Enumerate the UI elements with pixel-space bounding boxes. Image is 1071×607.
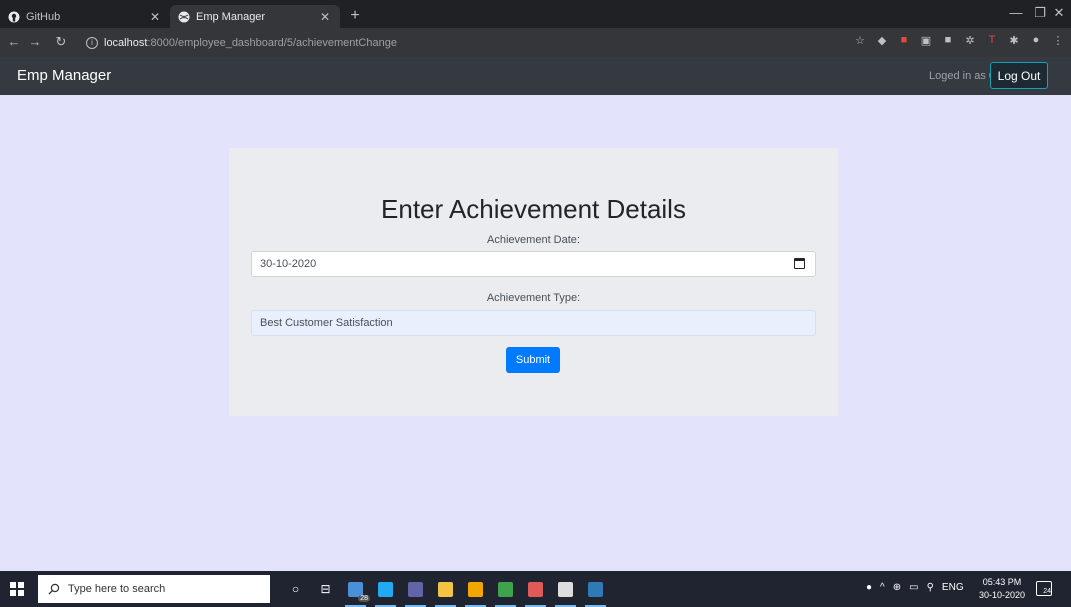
achievement-type-input[interactable]: Best Customer Satisfaction [251, 310, 816, 336]
vscode-icon[interactable] [373, 576, 398, 607]
file-explorer-icon[interactable] [433, 576, 458, 607]
search-icon [48, 583, 60, 595]
tab-github[interactable]: GitHub ✕ [0, 5, 170, 28]
battery-icon[interactable]: ▭ [909, 582, 918, 593]
logout-button[interactable]: Log Out [990, 62, 1048, 89]
extension-icon[interactable]: ■ [941, 33, 955, 47]
bookmark-star-icon[interactable]: ☆ [853, 33, 867, 47]
achievement-date-input[interactable]: 30-10-2020 [251, 251, 816, 277]
task-view-icon[interactable]: ⊟ [313, 576, 338, 602]
close-tab-icon[interactable]: ✕ [318, 10, 332, 24]
chevron-up-icon[interactable]: ^ [880, 582, 885, 593]
minimize-icon[interactable]: — [1003, 5, 1029, 20]
windows-start-icon[interactable] [10, 582, 24, 596]
mail-icon[interactable]: 28 [343, 576, 370, 607]
new-tab-button[interactable]: + [346, 7, 364, 25]
taskbar-search-box[interactable]: Type here to search [38, 575, 270, 603]
app-green-glyph [498, 581, 513, 597]
language-indicator[interactable]: ENG [942, 582, 964, 593]
network-icon[interactable]: ⊕ [893, 582, 901, 593]
app-badge: 28 [358, 595, 370, 602]
help-icon[interactable]: ● [866, 582, 872, 593]
settings-gear-icon[interactable] [553, 576, 578, 607]
url-host: localhost [104, 36, 148, 49]
forward-icon[interactable]: → [27, 34, 43, 49]
app-green-icon[interactable] [493, 576, 518, 607]
vscode-glyph [378, 581, 393, 597]
teams-icon[interactable] [403, 576, 428, 607]
info-icon[interactable]: i [86, 36, 98, 49]
tab-emp-manager[interactable]: Emp Manager ✕ [170, 5, 340, 28]
browser-tab-strip: GitHub ✕ Emp Manager ✕ + — ❐ ✕ [0, 0, 1071, 28]
taskbar-clock[interactable]: 05:43 PM 30-10-2020 [976, 576, 1028, 602]
app-red-glyph [528, 581, 543, 597]
date-value: 30-10-2020 [260, 258, 317, 270]
chrome-glyph [468, 581, 483, 597]
type-value: Best Customer Satisfaction [260, 317, 393, 329]
chrome-icon[interactable] [463, 576, 488, 607]
github-icon [8, 11, 20, 23]
reload-icon[interactable]: ↻ [53, 34, 69, 50]
address-bar[interactable]: i localhost :8000/employee_dashboard/5/a… [80, 32, 840, 53]
usb-icon[interactable]: ⚲ [927, 582, 934, 593]
teams-glyph [408, 581, 423, 597]
clock-date: 30-10-2020 [978, 590, 1026, 600]
extension-icon[interactable]: ✲ [963, 33, 977, 47]
pdf-extension-icon[interactable]: ■ [897, 33, 911, 47]
notification-count: 24 [1043, 588, 1051, 595]
browser-toolbar: ← → ↻ i localhost :8000/employee_dashboa… [0, 28, 1071, 57]
clock-time: 05:43 PM [982, 577, 1022, 587]
url-path: :8000/employee_dashboard/5/achievementCh… [147, 36, 397, 49]
achievement-form-card: Enter Achievement Details Achievement Da… [229, 148, 838, 416]
submit-button[interactable]: Submit [506, 347, 560, 373]
tab-label: Emp Manager [196, 10, 266, 23]
brand-title[interactable]: Emp Manager [17, 67, 111, 84]
app-blue-glyph [588, 581, 603, 597]
back-icon[interactable]: ← [6, 34, 22, 49]
windows-taskbar: Type here to search ○ ⊟ 28 ● ^ ⊕ ▭ ⚲ ENG 0… [0, 571, 1071, 607]
search-placeholder: Type here to search [68, 583, 166, 595]
achievement-date-label: Achievement Date: [487, 234, 580, 246]
cortana-icon[interactable]: ○ [283, 576, 308, 602]
puzzle-icon[interactable]: ✱ [1007, 33, 1021, 47]
taskbar-apps: ○ ⊟ 28 [283, 576, 608, 607]
close-tab-icon[interactable]: ✕ [148, 10, 162, 24]
globe-icon [178, 11, 190, 23]
extension-icon[interactable]: ◆ [875, 33, 889, 47]
page-title: Enter Achievement Details [381, 194, 686, 224]
extension-icon[interactable]: T [985, 33, 999, 47]
app-navbar: Emp Manager Loged in as 0 Log Out [0, 57, 1071, 95]
menu-dots-icon[interactable]: ⋮ [1051, 33, 1065, 47]
file-explorer-glyph [438, 581, 453, 597]
calendar-icon[interactable] [794, 258, 805, 269]
system-tray: ● ^ ⊕ ▭ ⚲ ENG [866, 582, 964, 593]
profile-icon[interactable]: ● [1029, 33, 1043, 47]
settings-gear-glyph [558, 581, 573, 597]
close-window-icon[interactable]: ✕ [1046, 5, 1071, 21]
app-red-icon[interactable] [523, 576, 548, 607]
extension-icons: ☆ ◆ ■ ▣ ■ ✲ T ✱ ● ⋮ [853, 33, 1065, 47]
page-content: Enter Achievement Details Achievement Da… [0, 95, 1071, 571]
app-blue-icon[interactable] [583, 576, 608, 607]
extension-icon[interactable]: ▣ [919, 33, 933, 47]
logged-in-status: Loged in as 0 [929, 70, 996, 82]
achievement-type-label: Achievement Type: [486, 292, 581, 304]
notification-center-icon[interactable]: 24 [1036, 581, 1052, 596]
tab-label: GitHub [26, 10, 61, 23]
